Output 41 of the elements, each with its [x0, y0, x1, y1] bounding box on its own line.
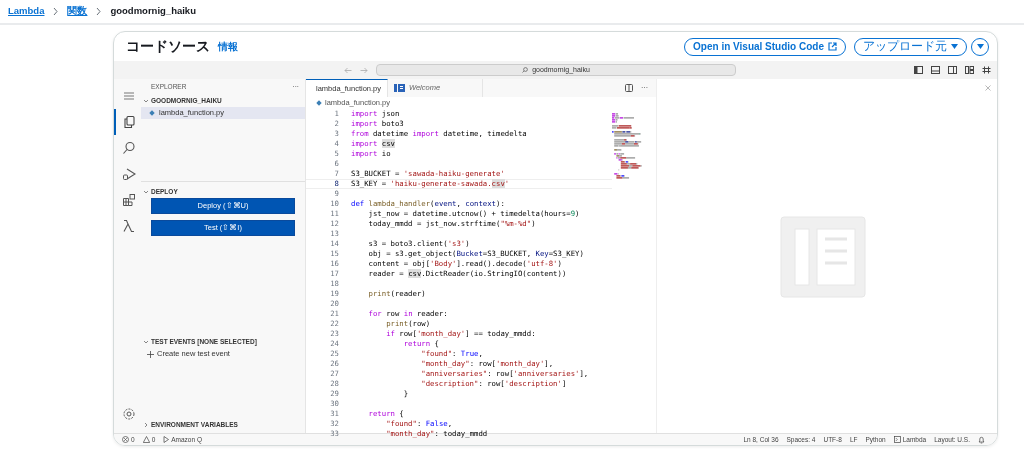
python-file-icon: [316, 100, 322, 106]
chevron-right-icon: [143, 422, 149, 428]
play-icon: [163, 436, 170, 443]
files-icon: [121, 115, 136, 129]
search-icon: [522, 67, 529, 73]
breadcrumb-link[interactable]: Lambda: [8, 4, 45, 19]
chevron-icon: [95, 7, 103, 16]
external-link-icon: [828, 42, 837, 51]
chevron-icon: [52, 7, 60, 16]
dropdown-button[interactable]: [971, 37, 989, 56]
warning-icon: [142, 436, 150, 443]
open-in-vscode-button[interactable]: Open in Visual Studio Code: [684, 37, 846, 56]
plus-icon: [147, 350, 154, 358]
extensions-icon: [121, 193, 136, 207]
fullscreen-icon[interactable]: [982, 66, 991, 74]
caret-down-icon: [976, 44, 984, 49]
error-icon: [122, 436, 129, 443]
menu-icon: [121, 89, 136, 103]
gear-icon: [121, 407, 136, 421]
panel-title: コードソース: [126, 37, 210, 56]
run-debug-icon: [121, 167, 136, 181]
bell-icon[interactable]: [978, 435, 985, 444]
info-link[interactable]: 情報: [218, 39, 238, 54]
breadcrumb-current: goodmornig_haiku: [110, 4, 196, 19]
grid-layout-icon[interactable]: [965, 66, 974, 74]
breadcrumb-link[interactable]: 関数: [67, 4, 88, 19]
panel-layout-icon[interactable]: [931, 66, 940, 74]
upload-dropdown-button[interactable]: アップロード元: [854, 37, 967, 56]
split-layout-icon[interactable]: [948, 66, 957, 74]
sidebar-layout-icon[interactable]: [914, 66, 923, 74]
caret-down-icon: [951, 44, 958, 49]
split-editor-icon[interactable]: [625, 84, 633, 92]
welcome-icon: [394, 84, 405, 92]
search-icon: [121, 141, 136, 155]
python-file-icon: [149, 110, 155, 116]
chevron-down-icon: [143, 189, 149, 195]
chevron-down-icon: [143, 98, 149, 104]
minimap-drawing[interactable]: [612, 113, 642, 179]
chevron-down-icon: [143, 339, 149, 345]
lambda-icon: [121, 219, 136, 233]
terminal-icon: [893, 436, 901, 443]
